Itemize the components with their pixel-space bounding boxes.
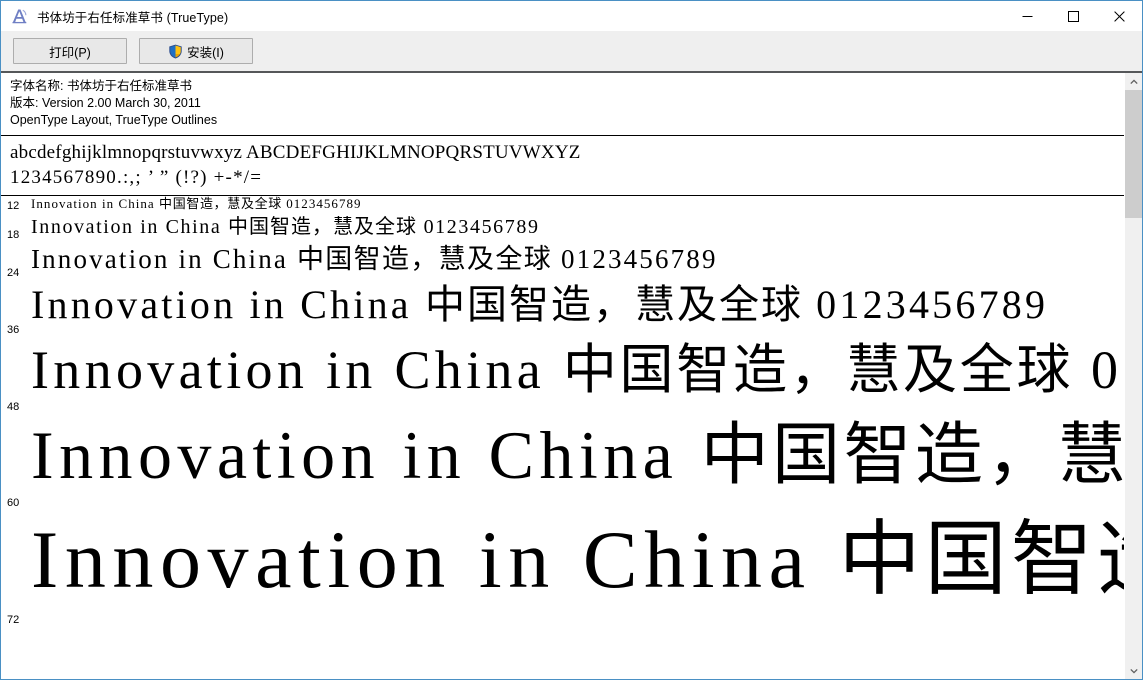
sample-text-latin: Innovation in China bbox=[31, 282, 425, 328]
vertical-scrollbar[interactable] bbox=[1124, 73, 1142, 679]
font-preview-pane: 字体名称: 书体坊于右任标准草书 版本: Version 2.00 March … bbox=[1, 73, 1124, 679]
sample-text: Innovation in China 中国智造，慧及全球 0123456789 bbox=[31, 338, 1124, 403]
scrollbar-thumb[interactable] bbox=[1125, 90, 1142, 218]
toolbar: 打印(P) 安装(I) bbox=[1, 31, 1142, 73]
font-info-block: 字体名称: 书体坊于右任标准草书 版本: Version 2.00 March … bbox=[1, 73, 1124, 132]
sample-row: 60 Innovation in China 中国智造，慧及全球 01234567… bbox=[1, 415, 1124, 512]
sample-text-cjk: 中国智造，慧及全球 bbox=[159, 197, 282, 212]
font-name-line: 字体名称: 书体坊于右任标准草书 bbox=[10, 79, 192, 93]
sample-row: 72 Innovation in China 中国智造，慧及全球 01234567… bbox=[1, 511, 1124, 627]
sample-text-latin: Innovation in China bbox=[31, 216, 228, 239]
sample-row: 48 Innovation in China 中国智造，慧及全球 01234567… bbox=[1, 338, 1124, 415]
sample-text-cjk: 中国智造，慧及全球 bbox=[424, 282, 803, 329]
sample-text-digits: 0123456789 bbox=[552, 243, 718, 274]
sample-text-latin: Innovation in China bbox=[31, 196, 160, 211]
install-button-label: 安装(I) bbox=[187, 45, 224, 60]
sample-text-cjk: 中国智造，慧及全球 bbox=[838, 512, 1124, 608]
alphabet-letters-line: abcdefghijklmnopqrstuvwxyz ABCDEFGHIJKLM… bbox=[10, 142, 581, 163]
minimize-button[interactable] bbox=[1004, 1, 1050, 31]
print-button[interactable]: 打印(P) bbox=[13, 38, 127, 64]
sample-text-digits: 0123456789 bbox=[281, 196, 362, 211]
uac-shield-icon bbox=[168, 44, 183, 59]
content-area: 字体名称: 书体坊于右任标准草书 版本: Version 2.00 March … bbox=[1, 73, 1142, 679]
font-file-icon bbox=[9, 5, 31, 27]
maximize-button[interactable] bbox=[1050, 1, 1096, 31]
font-viewer-window: 书体坊于右任标准草书 (TrueType) 打印(P) 安装(I) 字体名称: … bbox=[0, 0, 1143, 680]
sample-text-cjk: 中国智造，慧及全球 bbox=[700, 415, 1124, 495]
sample-text-cjk: 中国智造，慧及全球 bbox=[296, 243, 553, 275]
sample-text: Innovation in China 中国智造，慧及全球 0123456789 bbox=[31, 415, 1124, 497]
close-button[interactable] bbox=[1096, 1, 1142, 31]
font-version-line: 版本: Version 2.00 March 30, 2011 bbox=[10, 96, 201, 110]
sample-text: Innovation in China 中国智造，慧及全球 0123456789 bbox=[31, 196, 362, 213]
sample-text: Innovation in China 中国智造，慧及全球 0123456789 bbox=[31, 214, 540, 239]
sample-text-latin: Innovation in China bbox=[31, 339, 563, 400]
title-bar: 书体坊于右任标准草书 (TrueType) bbox=[1, 1, 1142, 31]
sample-text-latin: Innovation in China bbox=[31, 243, 297, 274]
print-button-label: 打印(P) bbox=[49, 45, 91, 60]
sample-text-cjk: 中国智造，慧及全球 bbox=[227, 214, 417, 239]
sample-row: 36 Innovation in China 中国智造，慧及全球 01234567… bbox=[1, 281, 1124, 338]
scrollbar-track[interactable] bbox=[1125, 90, 1142, 662]
sample-size-label: 60 bbox=[7, 497, 20, 510]
sample-text: Innovation in China 中国智造，慧及全球 0123456789 bbox=[31, 281, 1048, 329]
sample-text: Innovation in China 中国智造，慧及全球 0123456789 bbox=[31, 511, 1124, 609]
caption-button-group bbox=[1004, 1, 1142, 31]
sample-size-label: 12 bbox=[7, 200, 20, 213]
sample-rows: 12 Innovation in China 中国智造，慧及全球 01234567… bbox=[1, 196, 1124, 628]
scroll-up-button[interactable] bbox=[1125, 73, 1142, 90]
sample-text-latin: Innovation in China bbox=[31, 514, 839, 606]
sample-size-label: 18 bbox=[7, 228, 20, 241]
sample-text-digits: 0123456789 bbox=[802, 282, 1049, 328]
sample-text-cjk: 中国智造，慧及全球 bbox=[562, 337, 1074, 401]
sample-text-digits: 0123456789 bbox=[416, 216, 540, 239]
sample-size-label: 48 bbox=[7, 400, 20, 413]
sample-row: 12 Innovation in China 中国智造，慧及全球 01234567… bbox=[1, 196, 1124, 214]
sample-row: 18 Innovation in China 中国智造，慧及全球 01234567… bbox=[1, 214, 1124, 242]
sample-row: 24 Innovation in China 中国智造，慧及全球 01234567… bbox=[1, 243, 1124, 281]
scroll-down-button[interactable] bbox=[1125, 662, 1142, 679]
alphabet-block: abcdefghijklmnopqrstuvwxyz ABCDEFGHIJKLM… bbox=[1, 136, 1124, 192]
install-button[interactable]: 安装(I) bbox=[139, 38, 253, 64]
sample-size-label: 36 bbox=[7, 323, 20, 336]
font-outlines-line: OpenType Layout, TrueType Outlines bbox=[10, 113, 218, 127]
alphabet-digits-line: 1234567890.:,; ’ ” (!?) +-*/= bbox=[10, 167, 263, 188]
sample-text-latin: Innovation in China bbox=[31, 416, 701, 493]
sample-size-label: 72 bbox=[7, 613, 20, 626]
sample-text-digits: 0123456789 bbox=[1090, 339, 1124, 400]
window-title: 书体坊于右任标准草书 (TrueType) bbox=[37, 10, 229, 25]
sample-text: Innovation in China 中国智造，慧及全球 0123456789 bbox=[31, 243, 718, 276]
sample-size-label: 24 bbox=[7, 267, 20, 280]
